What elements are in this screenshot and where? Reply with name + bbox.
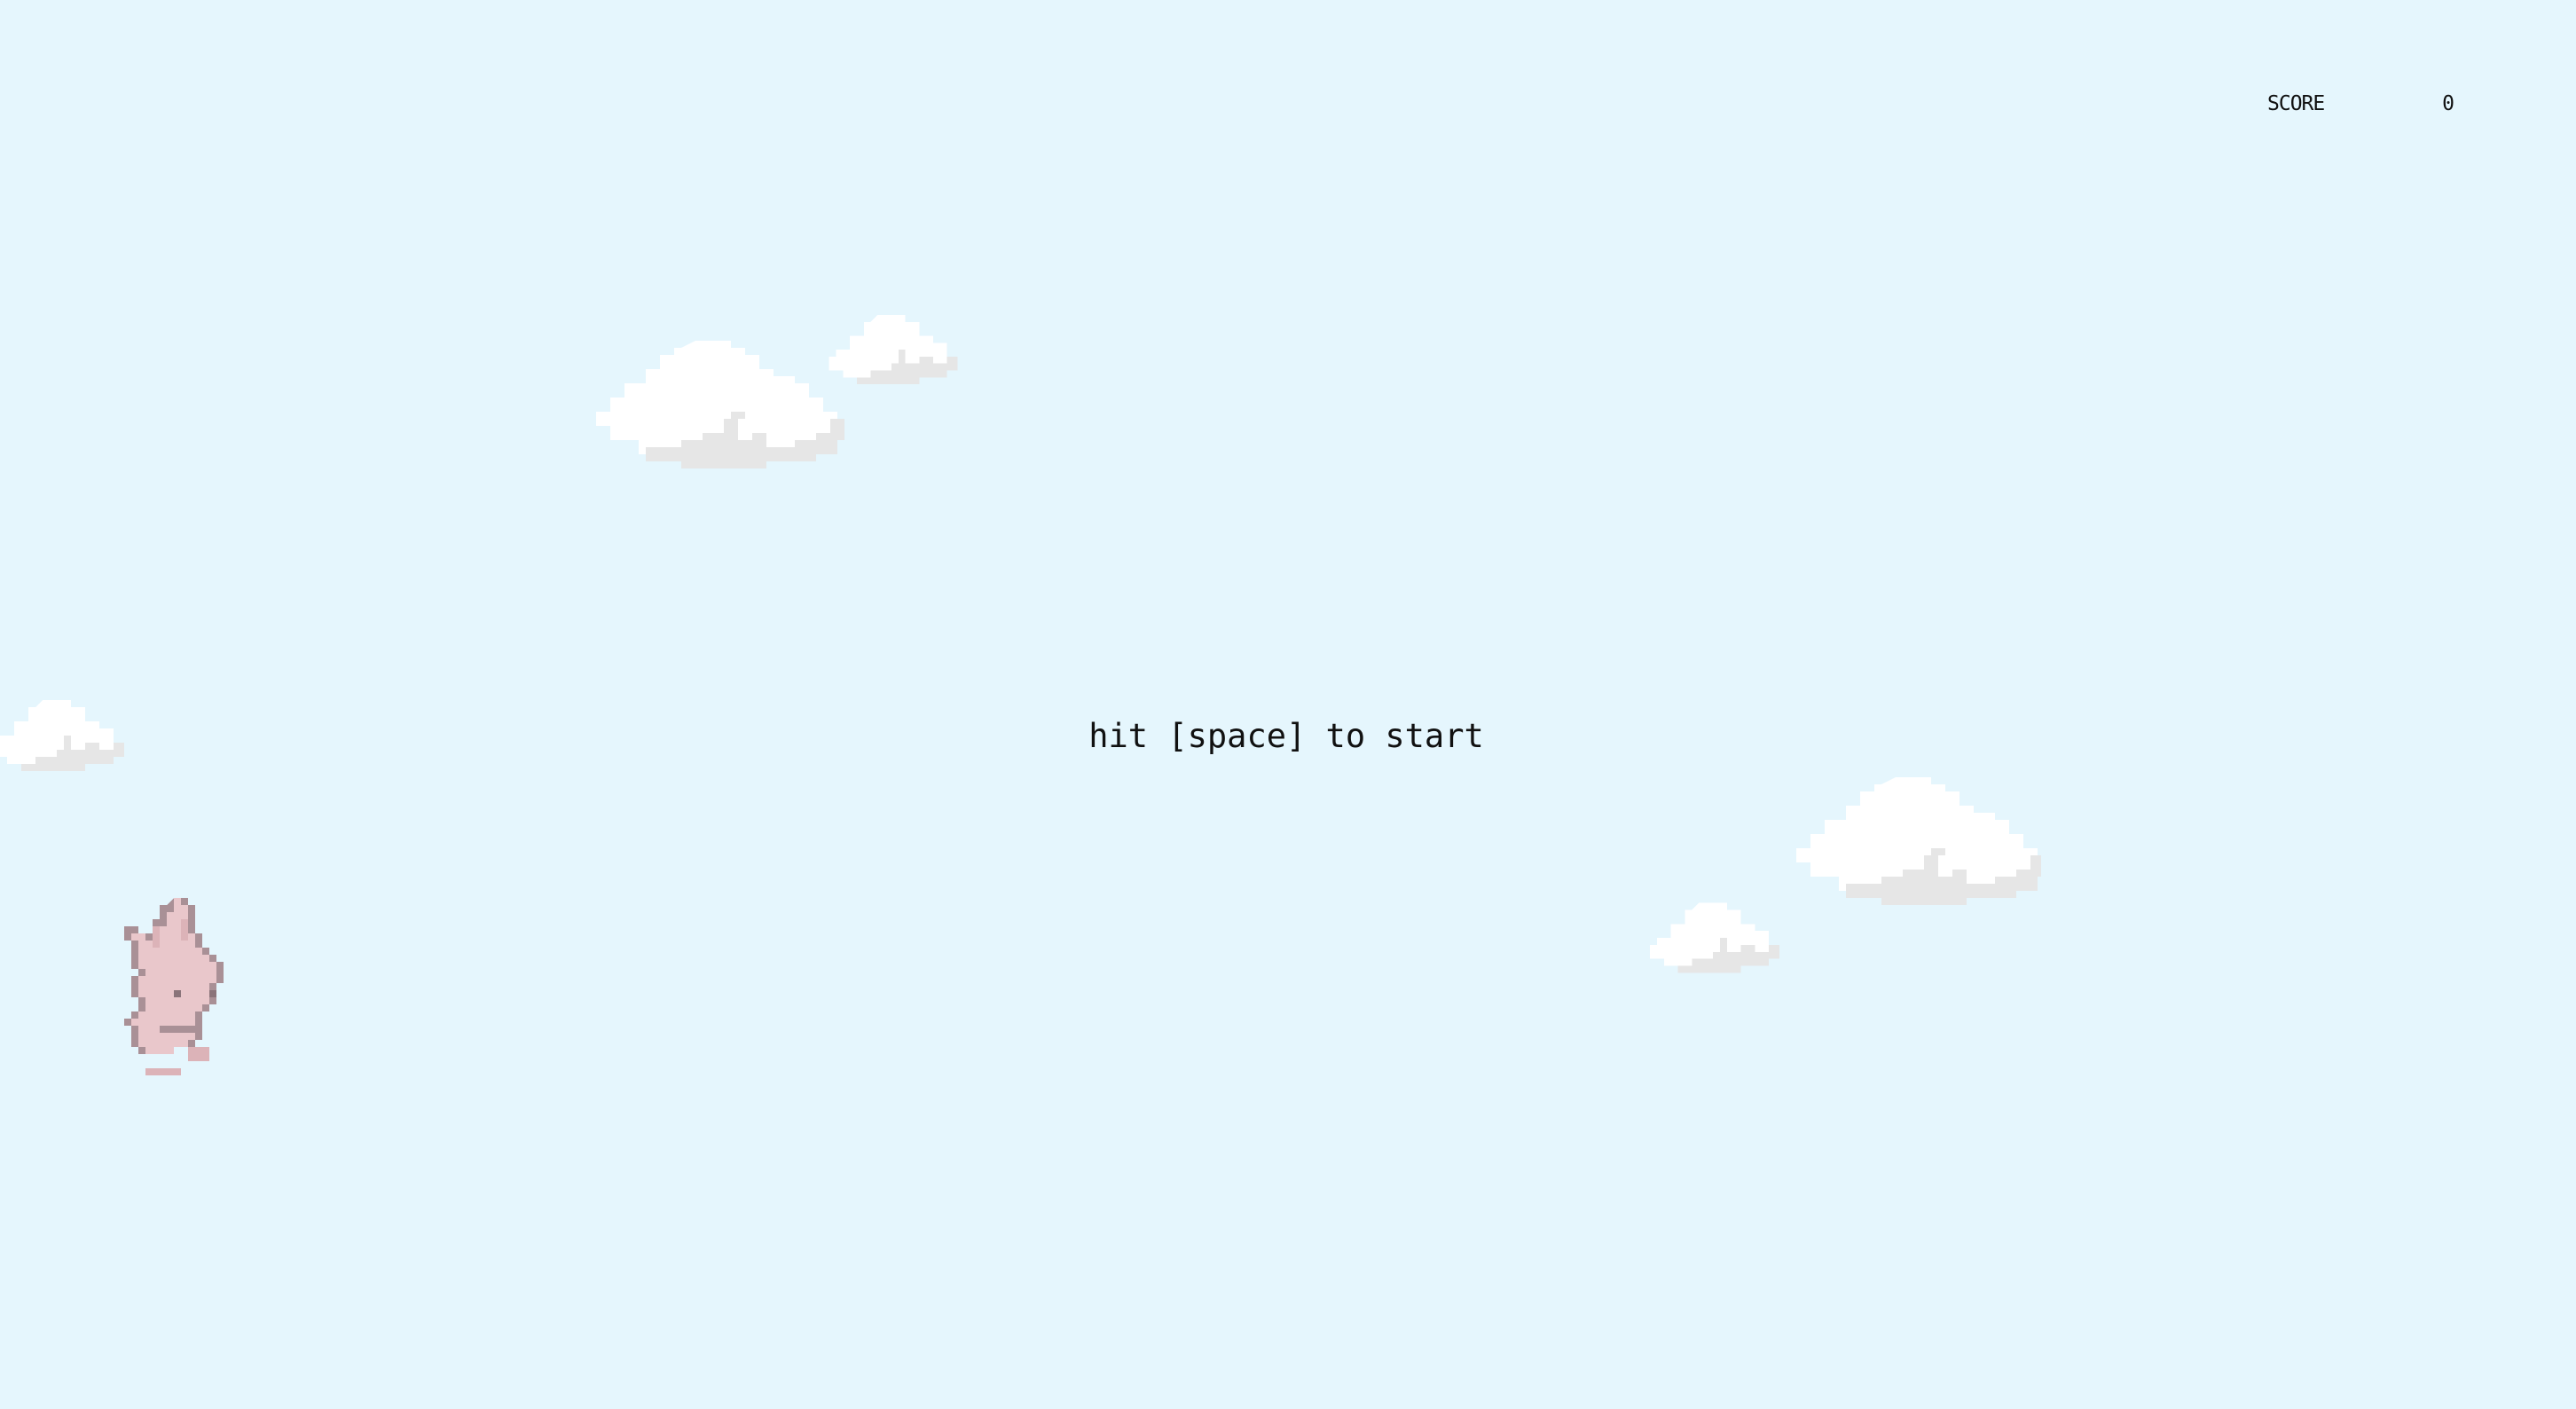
score-value: 0: [2442, 92, 2454, 115]
bunny-player-sprite: [124, 898, 245, 1093]
cloud-sprite: [0, 700, 124, 775]
start-prompt: hit [space] to start: [1088, 717, 1484, 755]
score-display: SCORE 0: [2267, 92, 2454, 121]
cloud-sprite: [1650, 902, 1779, 980]
cloud-sprite: [589, 341, 852, 490]
cloud-sprite: [829, 315, 958, 391]
score-label: SCORE: [2267, 92, 2325, 115]
cloud-sprite: [1796, 777, 2055, 926]
game-canvas[interactable]: SCORE 0 hit [space] to start: [0, 0, 2576, 1409]
